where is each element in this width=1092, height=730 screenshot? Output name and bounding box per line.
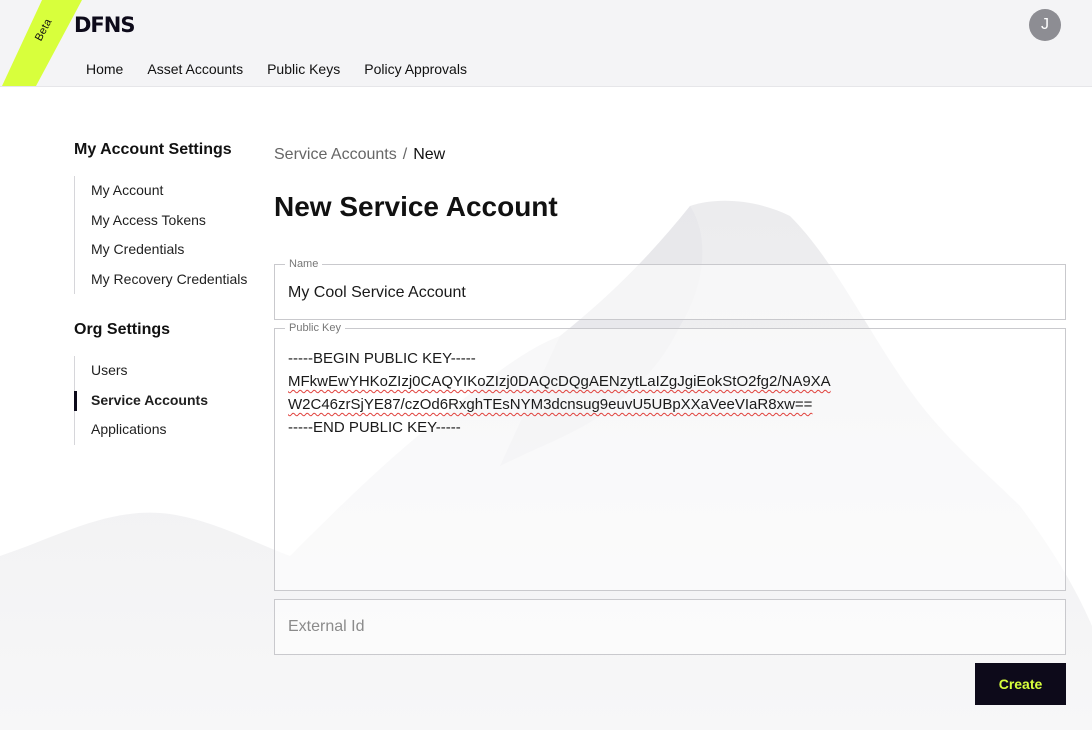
breadcrumb-current: New [413,146,446,163]
nav-public-keys[interactable]: Public Keys [267,61,340,77]
public-key-line: W2C46zrSjYE87/czOd6RxghTEsNYM3dcnsug9euv… [288,393,1048,416]
account-settings-heading: My Account Settings [74,141,232,158]
dfns-logo[interactable]: DFNS [74,13,135,37]
sidebar-item-my-account[interactable]: My Account [75,176,247,206]
breadcrumb-separator: / [402,146,408,163]
org-settings-heading: Org Settings [74,321,171,338]
breadcrumb: Service Accounts / New [274,146,445,164]
user-avatar[interactable]: J [1029,9,1061,41]
sidebar-item-my-recovery-credentials[interactable]: My Recovery Credentials [75,265,247,295]
top-nav: Home Asset Accounts Public Keys Policy A… [86,61,491,77]
sidebar-item-my-credentials[interactable]: My Credentials [75,235,247,265]
public-key-field-label: Public Key [285,321,345,335]
breadcrumb-service-accounts[interactable]: Service Accounts [274,146,397,163]
account-settings-menu: My Account My Access Tokens My Credentia… [74,176,247,294]
name-field-label: Name [285,257,323,271]
public-key-line-text: MFkwEwYHKoZIzj0CAQYIKoZIzj0DAQcDQgAENzyt… [288,373,831,390]
name-input[interactable]: My Cool Service Account [288,284,466,302]
public-key-line: -----BEGIN PUBLIC KEY----- [288,350,476,367]
public-key-line-text: W2C46zrSjYE87/czOd6RxghTEsNYM3dcnsug9euv… [288,396,813,413]
external-id-field[interactable]: External Id [274,599,1066,655]
public-key-field[interactable]: Public Key -----BEGIN PUBLIC KEY----- MFk… [274,321,1066,591]
sidebar-item-my-access-tokens[interactable]: My Access Tokens [75,206,247,236]
org-settings-menu: Users Service Accounts Applications [74,356,208,445]
name-field[interactable]: Name My Cool Service Account [274,257,1066,320]
external-id-input[interactable]: External Id [288,618,364,636]
public-key-line: MFkwEwYHKoZIzj0CAQYIKoZIzj0DAQcDQgAENzyt… [288,370,1048,393]
sidebar-item-service-accounts[interactable]: Service Accounts [74,386,208,416]
sidebar-item-users[interactable]: Users [75,356,208,386]
create-button[interactable]: Create [975,663,1066,705]
sidebar-item-applications[interactable]: Applications [75,415,208,445]
nav-policy-approvals[interactable]: Policy Approvals [364,61,467,77]
nav-home[interactable]: Home [86,61,123,77]
page-title: New Service Account [274,191,558,222]
top-header: Beta DFNS J Home Asset Accounts Public K… [0,0,1092,87]
public-key-line: -----END PUBLIC KEY----- [288,419,461,436]
nav-asset-accounts[interactable]: Asset Accounts [147,61,243,77]
public-key-textarea[interactable]: -----BEGIN PUBLIC KEY----- MFkwEwYHKoZIzj… [288,347,1048,439]
